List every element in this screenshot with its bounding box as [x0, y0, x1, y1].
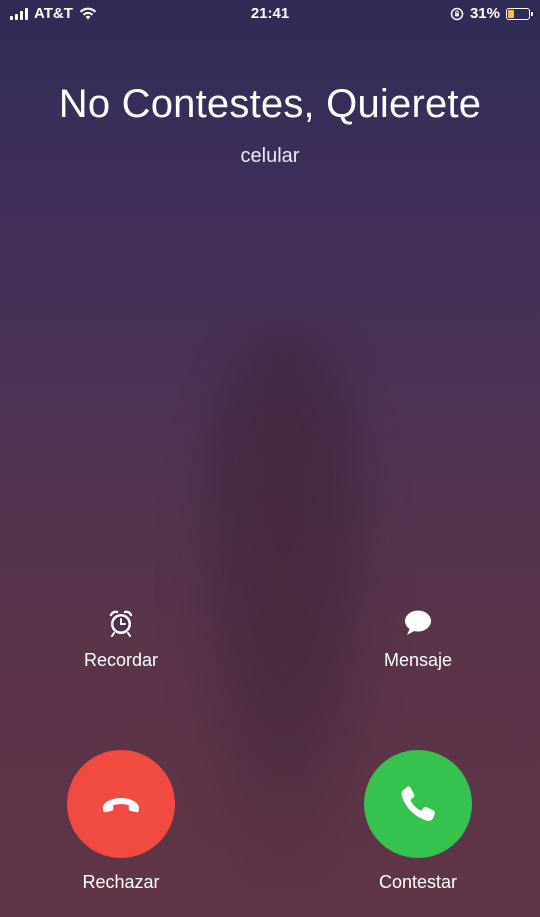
accept-label: Contestar: [378, 872, 458, 892]
decline-button[interactable]: [67, 750, 175, 858]
alarm-clock-icon: [109, 610, 133, 637]
battery-icon: [506, 7, 533, 20]
remind-button[interactable]: Recordar: [51, 608, 191, 671]
phone-icon: [401, 786, 435, 821]
message-label: Mensaje: [383, 650, 453, 670]
decline-label: Rechazar: [82, 872, 160, 892]
caller-name: No Contestes, Quierete: [58, 82, 482, 126]
message-bubble-icon: [405, 610, 431, 635]
battery-percent: 31%: [469, 5, 500, 22]
caller-label: celular: [240, 145, 300, 167]
rotation-lock-icon: [450, 7, 464, 20]
message-button[interactable]: Mensaje: [348, 608, 488, 671]
accept-button[interactable]: [364, 750, 472, 858]
battery-fill: [508, 9, 514, 18]
status-bar: AT&T 21:41 31%: [0, 0, 540, 28]
phone-hangup-icon: [103, 798, 139, 813]
status-right: 31%: [450, 5, 533, 22]
remind-label: Recordar: [83, 650, 159, 670]
